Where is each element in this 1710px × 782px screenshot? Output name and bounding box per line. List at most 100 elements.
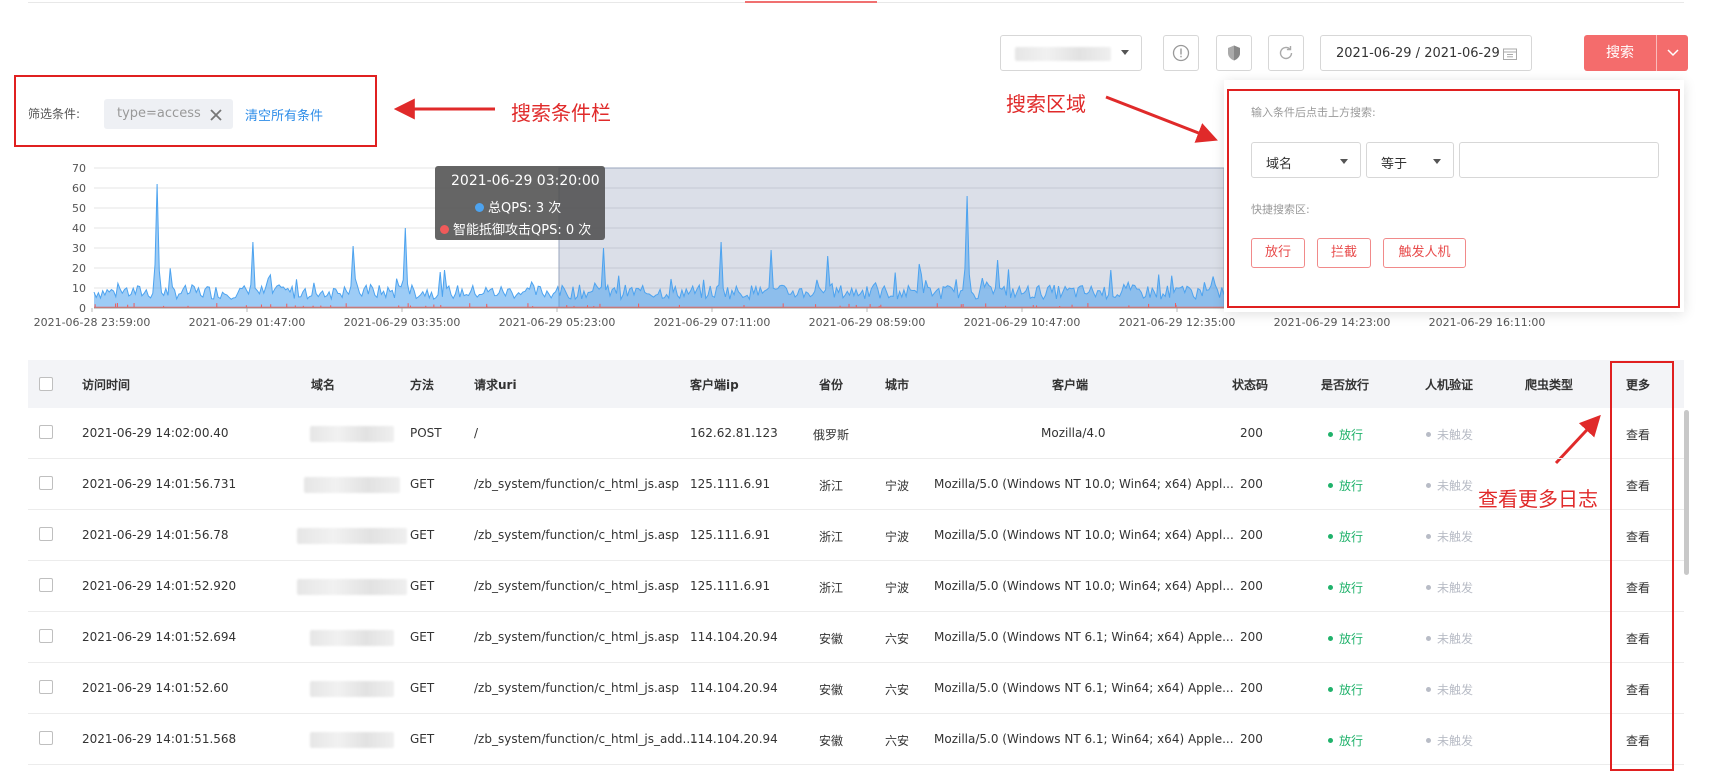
tooltip-attack-qps: 智能抵御攻击QPS: 0 次 xyxy=(440,219,591,238)
quick-block-button[interactable]: 拦截 xyxy=(1317,238,1371,268)
cell-pass-status: 放行 xyxy=(1328,681,1363,698)
row-checkbox[interactable] xyxy=(39,527,53,541)
cell-ip: 162.62.81.123 xyxy=(690,426,778,440)
col-time[interactable]: 访问时间 xyxy=(82,376,130,393)
cell-method: GET xyxy=(410,528,435,542)
vertical-scrollbar[interactable] xyxy=(1684,410,1689,575)
annotation-filter-bar: 搜索条件栏 xyxy=(511,101,611,125)
redacted-domain xyxy=(310,426,394,442)
search-value-input[interactable] xyxy=(1459,142,1659,178)
cell-province: 俄罗斯 xyxy=(813,428,850,442)
cell-client: Mozilla/5.0 (Windows NT 6.1; Win64; x64)… xyxy=(934,630,1234,644)
cell-ip: 125.111.6.91 xyxy=(690,579,771,593)
cell-pass-status: 放行 xyxy=(1328,477,1363,494)
x-tick-label: 2021-06-29 01:47:00 xyxy=(189,316,306,329)
cell-method: GET xyxy=(410,477,435,491)
chevron-down-icon xyxy=(1433,159,1441,164)
cell-ip: 114.104.20.94 xyxy=(690,681,778,695)
cell-province: 浙江 xyxy=(819,530,844,544)
cell-status: 200 xyxy=(1240,630,1263,644)
cell-client: Mozilla/5.0 (Windows NT 10.0; Win64; x64… xyxy=(934,579,1234,593)
x-tick-label: 2021-06-29 16:11:00 xyxy=(1429,316,1546,329)
table-row[interactable]: 2021-06-29 14:01:56.78 GET/zb_system/func… xyxy=(28,510,1684,561)
cell-client: Mozilla/5.0 (Windows NT 6.1; Win64; x64)… xyxy=(934,681,1234,695)
cell-province: 安徽 xyxy=(819,632,844,646)
cell-time: 2021-06-29 14:01:51.568 xyxy=(82,732,237,746)
table-row[interactable]: 2021-06-29 14:01:51.568 GET/zb_system/fun… xyxy=(28,714,1684,765)
cell-province: 安徽 xyxy=(819,683,844,697)
col-uri[interactable]: 请求uri xyxy=(474,376,517,393)
select-all-checkbox[interactable] xyxy=(39,377,53,391)
cell-uri: /zb_system/function/c_html_js.asp xyxy=(474,528,680,542)
table-row[interactable]: 2021-06-29 14:02:00.40 POST / 162.62.81.123… xyxy=(28,408,1684,459)
redacted-domain xyxy=(310,630,394,646)
cell-province: 浙江 xyxy=(819,479,844,493)
cell-captcha-status: 未触发 xyxy=(1426,732,1473,749)
cell-uri: /zb_system/function/c_html_js.asp xyxy=(474,579,680,593)
operator-select[interactable]: 等于 xyxy=(1366,142,1454,178)
cell-captcha-status: 未触发 xyxy=(1426,579,1473,596)
col-crawler[interactable]: 爬虫类型 xyxy=(1525,376,1573,393)
col-city[interactable]: 城市 xyxy=(885,376,909,393)
cell-captcha-status: 未触发 xyxy=(1426,681,1473,698)
tooltip-time: 2021-06-29 03:20:00 xyxy=(451,173,600,189)
redacted-domain xyxy=(297,579,407,595)
y-tick-label: 70 xyxy=(72,162,86,175)
row-checkbox[interactable] xyxy=(39,476,53,490)
cell-captcha-status: 未触发 xyxy=(1426,477,1473,494)
cell-ip: 125.111.6.91 xyxy=(690,477,771,491)
y-tick-label: 40 xyxy=(72,222,86,235)
table-row[interactable]: 2021-06-29 14:01:52.694 GET/zb_system/fun… xyxy=(28,612,1684,663)
col-client[interactable]: 客户端 xyxy=(1052,376,1088,393)
cell-method: GET xyxy=(410,681,435,695)
cell-status: 200 xyxy=(1240,732,1263,746)
row-checkbox[interactable] xyxy=(39,425,53,439)
cell-time: 2021-06-29 14:01:52.60 xyxy=(82,681,229,695)
cell-province: 浙江 xyxy=(819,581,844,595)
cell-client: Mozilla/5.0 (Windows NT 10.0; Win64; x64… xyxy=(934,477,1234,491)
quick-search-label: 快捷搜索区: xyxy=(1251,203,1310,216)
cell-pass-status: 放行 xyxy=(1328,528,1363,545)
col-status[interactable]: 状态码 xyxy=(1232,376,1268,393)
cell-time: 2021-06-29 14:01:52.920 xyxy=(82,579,237,593)
legend-dot-attack xyxy=(440,225,449,234)
row-checkbox[interactable] xyxy=(39,578,53,592)
col-method[interactable]: 方法 xyxy=(410,376,434,393)
field-select[interactable]: 域名 xyxy=(1251,142,1361,178)
table-row[interactable]: 2021-06-29 14:01:52.60 GET/zb_system/func… xyxy=(28,663,1684,714)
col-domain[interactable]: 域名 xyxy=(311,376,335,393)
quick-allow-button[interactable]: 放行 xyxy=(1251,238,1305,268)
field-select-value: 域名 xyxy=(1266,157,1293,172)
cell-uri: /zb_system/function/c_html_js.asp xyxy=(474,681,680,695)
col-pass[interactable]: 是否放行 xyxy=(1321,376,1369,393)
search-area-highlight xyxy=(1227,89,1680,308)
cell-captcha-status: 未触发 xyxy=(1426,426,1473,443)
row-checkbox[interactable] xyxy=(39,731,53,745)
col-ip[interactable]: 客户端ip xyxy=(690,376,739,393)
search-panel-hint: 输入条件后点击上方搜索: xyxy=(1251,106,1376,119)
x-tick-label: 2021-06-29 07:11:00 xyxy=(654,316,771,329)
cell-time: 2021-06-29 14:01:56.731 xyxy=(82,477,237,491)
redacted-domain xyxy=(304,477,400,493)
cell-pass-status: 放行 xyxy=(1328,579,1363,596)
cell-status: 200 xyxy=(1240,477,1263,491)
cell-method: GET xyxy=(410,630,435,644)
col-captcha[interactable]: 人机验证 xyxy=(1425,376,1473,393)
cell-client: Mozilla/5.0 (Windows NT 10.0; Win64; x64… xyxy=(934,528,1234,542)
cell-client: Mozilla/5.0 (Windows NT 6.1; Win64; x64)… xyxy=(934,732,1234,746)
cell-method: GET xyxy=(410,579,435,593)
redacted-domain xyxy=(310,681,394,697)
cell-method: POST xyxy=(410,426,442,440)
table-row[interactable]: 2021-06-29 14:01:56.731 GET/zb_system/fun… xyxy=(28,459,1684,510)
row-checkbox[interactable] xyxy=(39,680,53,694)
cell-uri: / xyxy=(474,426,479,440)
legend-dot-total xyxy=(475,203,484,212)
row-checkbox[interactable] xyxy=(39,629,53,643)
redacted-domain xyxy=(297,528,407,544)
table-row[interactable]: 2021-06-29 14:01:52.920 GET/zb_system/fun… xyxy=(28,561,1684,612)
col-province[interactable]: 省份 xyxy=(819,376,843,393)
quick-captcha-button[interactable]: 触发人机 xyxy=(1383,238,1466,268)
cell-city: 宁波 xyxy=(885,530,910,544)
cell-pass-status: 放行 xyxy=(1328,426,1363,443)
y-tick-label: 0 xyxy=(79,302,86,315)
